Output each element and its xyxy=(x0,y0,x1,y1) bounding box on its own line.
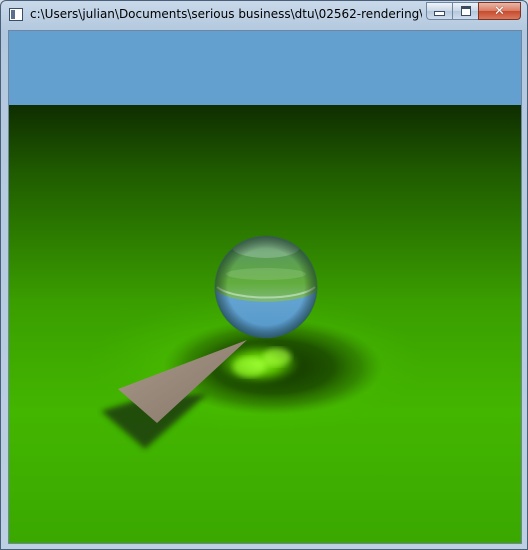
caustic-spot-right xyxy=(263,348,291,366)
window-title: c:\Users\julian\Documents\serious busine… xyxy=(30,7,422,21)
sky xyxy=(9,31,521,105)
maximize-button[interactable] xyxy=(452,2,478,20)
maximize-icon xyxy=(460,6,471,16)
close-button[interactable]: ✕ xyxy=(478,2,521,20)
caption-buttons: ✕ xyxy=(426,2,521,20)
rendered-scene xyxy=(9,31,521,543)
close-icon: ✕ xyxy=(494,3,505,19)
app-window: c:\Users\julian\Documents\serious busine… xyxy=(0,0,528,550)
title-bar[interactable]: c:\Users\julian\Documents\serious busine… xyxy=(1,1,527,29)
console-window-icon[interactable] xyxy=(9,8,23,21)
minimize-button[interactable] xyxy=(426,2,452,20)
render-viewport[interactable] xyxy=(8,30,522,544)
minimize-icon xyxy=(434,11,445,16)
caustic-spot-left xyxy=(233,357,265,377)
